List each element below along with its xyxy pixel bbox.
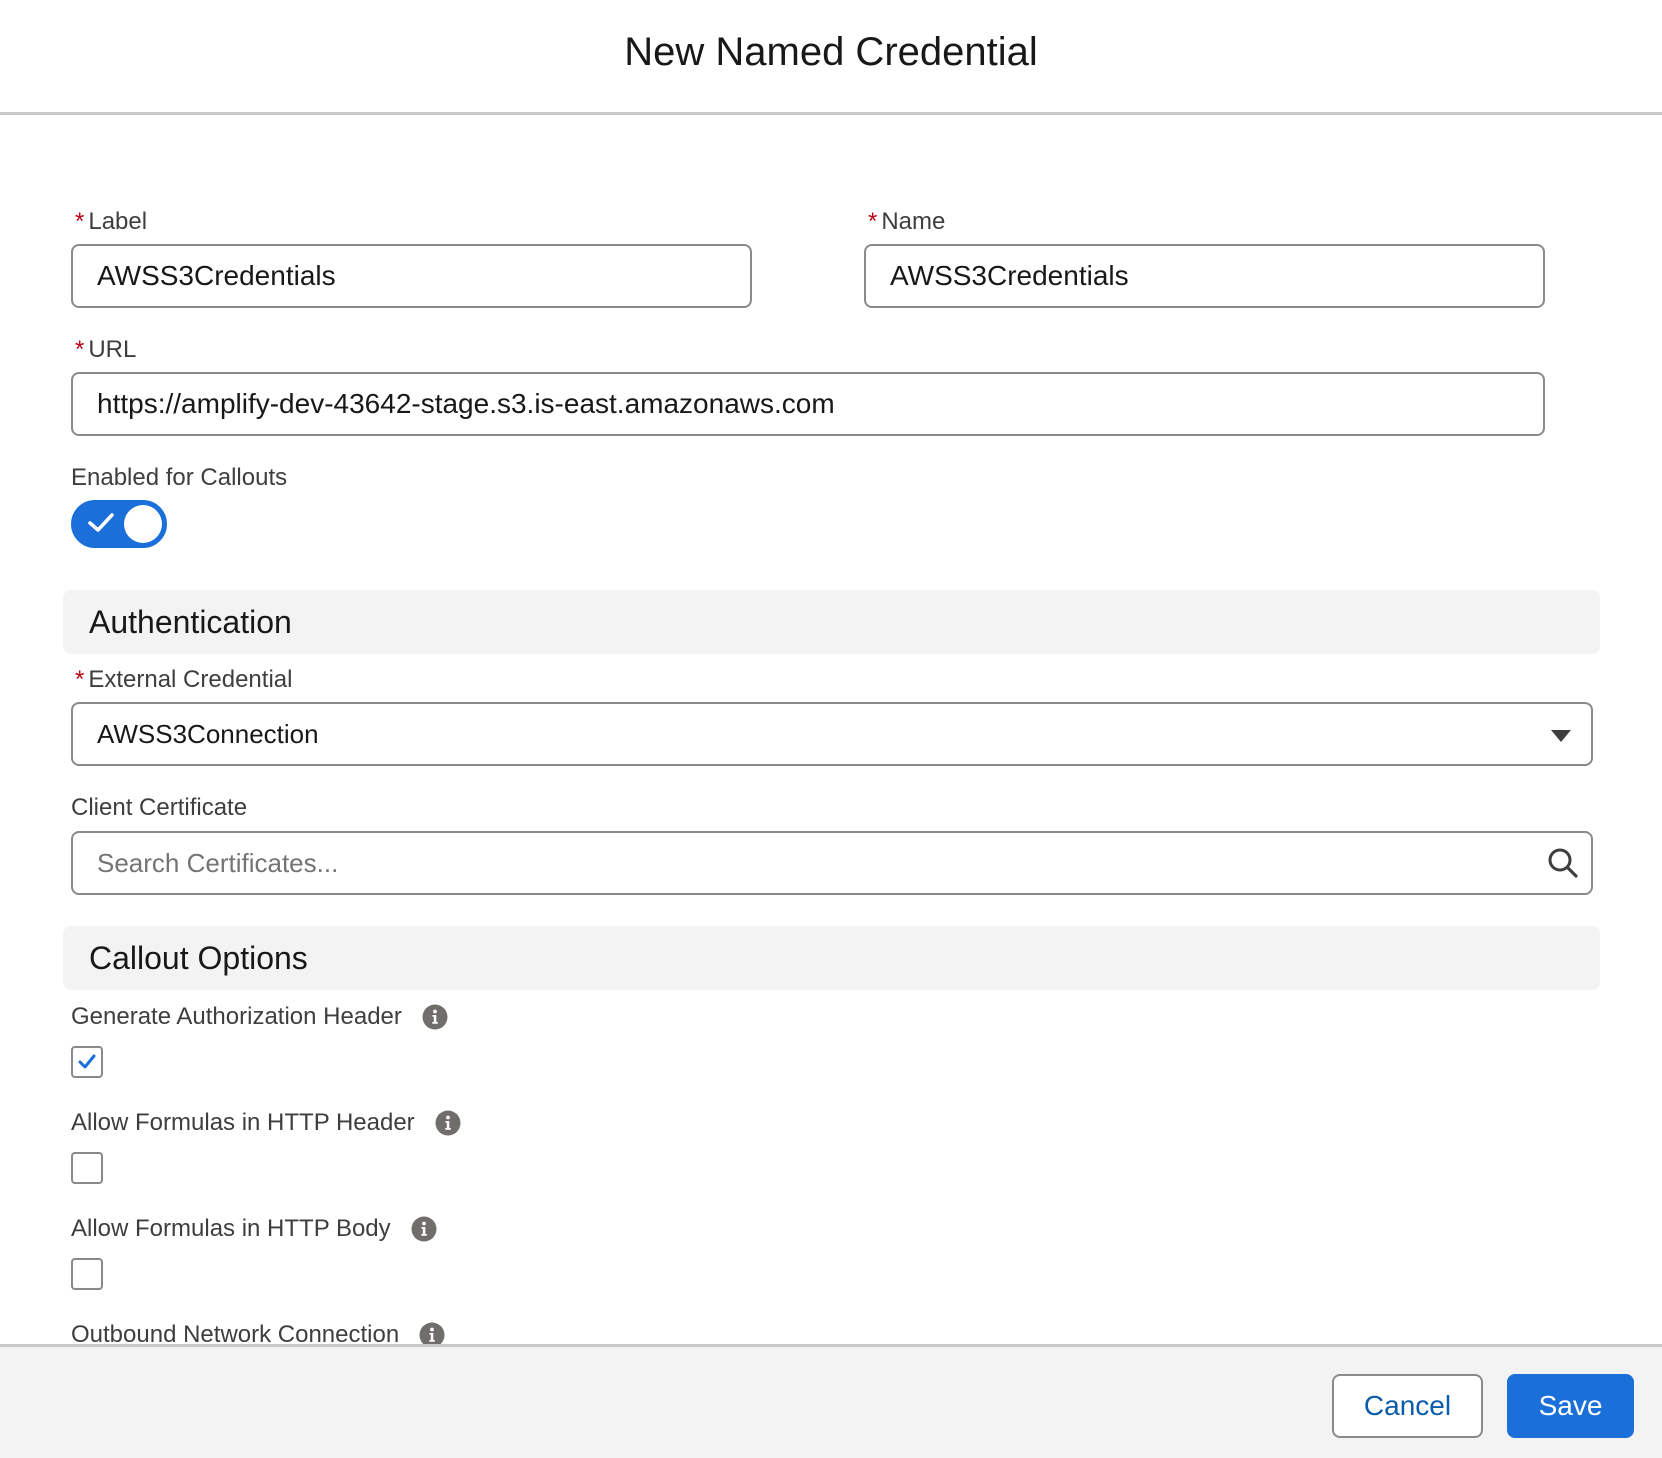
client-certificate-search-input[interactable] — [71, 831, 1593, 895]
enabled-callouts-label: Enabled for Callouts — [71, 464, 288, 491]
name-field-label: * Name — [868, 207, 945, 237]
external-credential-select[interactable]: AWSS3Connection — [71, 702, 1593, 766]
search-icon[interactable] — [1547, 847, 1579, 879]
authentication-section-header: Authentication — [63, 590, 1600, 654]
external-credential-value: AWSS3Connection — [97, 718, 319, 749]
modal-body[interactable]: * Label * Name * URL Enabled for Callout… — [0, 115, 1662, 1344]
cancel-button[interactable]: Cancel — [1332, 1374, 1483, 1438]
allow-formulas-body-label-text: Allow Formulas in HTTP Body — [71, 1215, 391, 1242]
save-button[interactable]: Save — [1507, 1374, 1634, 1438]
modal-header: New Named Credential — [0, 0, 1662, 115]
allow-formulas-header-label-text: Allow Formulas in HTTP Header — [71, 1109, 415, 1136]
name-input[interactable] — [864, 244, 1545, 308]
name-field-label-text: Name — [881, 208, 946, 235]
toggle-knob — [124, 505, 162, 543]
label-input[interactable] — [71, 244, 752, 308]
info-icon[interactable] — [422, 1004, 448, 1030]
generate-auth-header-label-text: Generate Authorization Header — [71, 1003, 402, 1030]
client-certificate-label: Client Certificate — [71, 794, 248, 821]
allow-formulas-header-label: Allow Formulas in HTTP Header — [71, 1108, 461, 1138]
info-icon[interactable] — [411, 1216, 437, 1242]
generate-auth-header-label: Generate Authorization Header — [71, 1002, 448, 1032]
allow-formulas-body-checkbox[interactable] — [71, 1258, 103, 1290]
external-credential-label: * External Credential — [75, 665, 292, 695]
required-marker: * — [75, 666, 85, 693]
caret-down-icon — [1551, 730, 1571, 742]
required-marker: * — [868, 208, 878, 235]
check-icon — [78, 1054, 96, 1069]
callout-options-section-header: Callout Options — [63, 926, 1600, 990]
allow-formulas-header-checkbox[interactable] — [71, 1152, 103, 1184]
outbound-network-connection-label-text: Outbound Network Connection — [71, 1321, 400, 1344]
info-icon[interactable] — [435, 1110, 461, 1136]
label-field-label: * Label — [75, 207, 147, 237]
url-field-label: * URL — [75, 335, 136, 365]
generate-auth-header-checkbox[interactable] — [71, 1046, 103, 1078]
client-certificate-search — [71, 831, 1593, 895]
required-marker: * — [75, 208, 85, 235]
enabled-callouts-toggle[interactable] — [71, 500, 167, 548]
modal-title: New Named Credential — [624, 29, 1038, 74]
modal-footer: Cancel Save — [0, 1344, 1662, 1458]
authentication-section-title: Authentication — [89, 603, 292, 640]
outbound-network-connection-label: Outbound Network Connection — [71, 1320, 445, 1344]
info-icon[interactable] — [419, 1322, 445, 1344]
url-input[interactable] — [71, 372, 1545, 436]
url-field-label-text: URL — [88, 336, 137, 363]
new-named-credential-modal: New Named Credential * Label * Name * UR… — [0, 0, 1662, 1458]
check-icon — [88, 513, 114, 532]
required-marker: * — [75, 336, 85, 363]
label-field-label-text: Label — [88, 208, 148, 235]
external-credential-label-text: External Credential — [88, 666, 293, 693]
allow-formulas-body-label: Allow Formulas in HTTP Body — [71, 1214, 437, 1244]
callout-options-section-title: Callout Options — [89, 939, 308, 976]
